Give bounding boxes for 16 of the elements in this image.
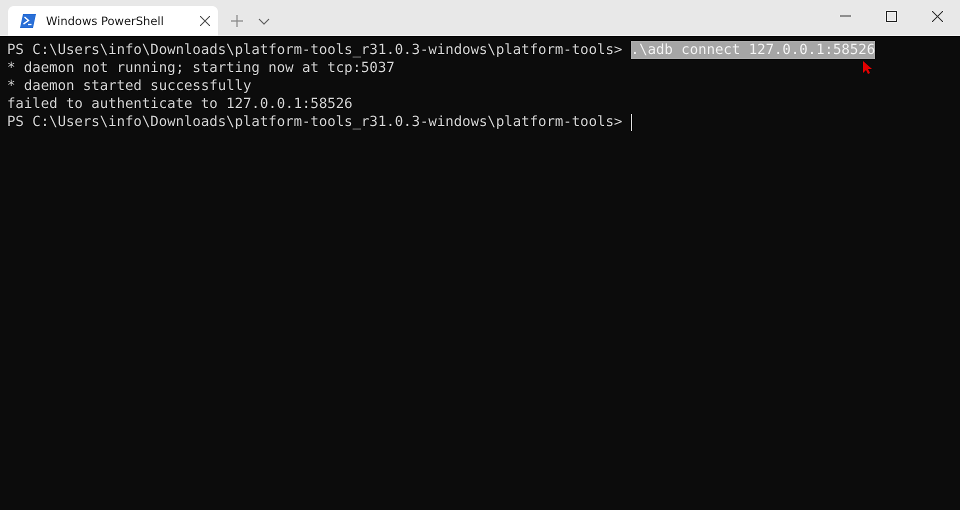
mouse-pointer-icon	[863, 61, 872, 74]
powershell-icon	[20, 14, 36, 28]
close-icon[interactable]	[200, 16, 210, 26]
minimize-icon	[840, 15, 850, 17]
terminal-tab[interactable]: Windows PowerShell	[8, 6, 218, 36]
chevron-down-icon[interactable]	[258, 18, 270, 24]
new-tab-icon[interactable]	[230, 14, 244, 28]
maximize-icon	[886, 10, 896, 22]
prompt-text: PS C:\Users\info\Downloads\platform-tools_r31.0.3-windows\platform-tools>	[7, 41, 622, 59]
output-text: failed to authenticate to 127.0.0.1:58526	[7, 95, 353, 113]
tab-title: Windows PowerShell	[46, 14, 165, 28]
close-icon	[932, 10, 942, 22]
command-text: .\adb connect 127.0.0.1:58526	[630, 41, 876, 59]
output-text: * daemon started successfully	[7, 77, 252, 95]
output-text: * daemon not running; starting now at tcp:5037	[7, 59, 395, 77]
prompt-text: PS C:\Users\info\Downloads\platform-tools_r31.0.3-windows\platform-tools>	[7, 113, 622, 131]
